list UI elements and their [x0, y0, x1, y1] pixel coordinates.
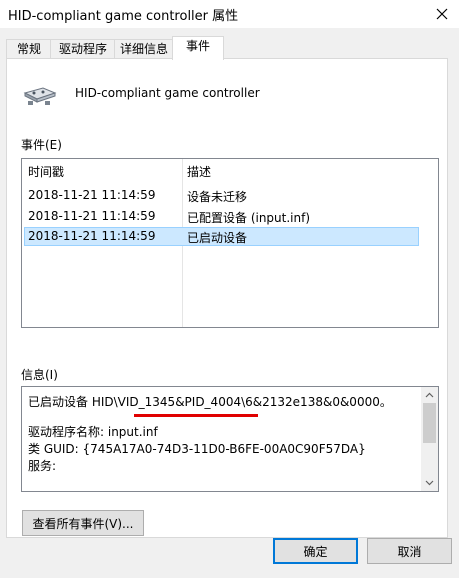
events-list[interactable]: 时间戳 描述 2018-11-21 11:14:59 设备未迁移 2018-11…: [21, 158, 439, 328]
ok-button[interactable]: 确定: [273, 538, 358, 564]
tab-events[interactable]: 事件: [172, 36, 224, 60]
info-scrollbar[interactable]: [421, 387, 438, 491]
window-title: HID-compliant game controller 属性: [8, 9, 239, 24]
event-description: 已配置设备 (input.inf): [187, 211, 311, 225]
tab-driver[interactable]: 驱动程序: [50, 39, 116, 59]
event-timestamp: 2018-11-21 11:14:59: [28, 229, 156, 243]
events-list-header: 时间戳 描述: [22, 159, 438, 183]
event-timestamp: 2018-11-21 11:14:59: [28, 209, 156, 223]
event-row-selected[interactable]: 2018-11-21 11:14:59 已启动设备: [24, 227, 419, 246]
close-icon: [436, 8, 448, 20]
tab-details[interactable]: 详细信息: [114, 39, 174, 59]
title-bar: HID-compliant game controller 属性: [0, 0, 459, 28]
column-header-description[interactable]: 描述: [187, 163, 211, 180]
events-label: 事件(E): [21, 138, 62, 152]
info-line-started: 已启动设备 HID\VID_1345&PID_4004\6&2132e138&0…: [28, 395, 392, 409]
close-button[interactable]: [425, 0, 459, 28]
event-description: 已启动设备: [187, 231, 248, 245]
event-timestamp: 2018-11-21 11:14:59: [28, 188, 156, 202]
info-line-driver-name: 驱动程序名称: input.inf: [28, 425, 158, 439]
cancel-button[interactable]: 取消: [367, 538, 452, 564]
column-header-timestamp[interactable]: 时间戳: [28, 163, 64, 180]
info-line-service: 服务:: [28, 459, 57, 473]
tab-general[interactable]: 常规: [6, 39, 52, 59]
info-line-class-guid: 类 GUID: {745A17A0-74D3-11D0-B6FE-00A0C90…: [28, 442, 366, 456]
scroll-thumb[interactable]: [423, 403, 436, 443]
vid-pid-highlight-underline: [134, 414, 258, 417]
device-name: HID-compliant game controller: [75, 86, 260, 100]
events-tab-panel: HID-compliant game controller 事件(E) 时间戳 …: [6, 58, 448, 538]
info-textbox[interactable]: 已启动设备 HID\VID_1345&PID_4004\6&2132e138&0…: [21, 386, 439, 492]
event-row[interactable]: 2018-11-21 11:14:59 设备未迁移: [24, 186, 419, 205]
game-controller-icon: [23, 87, 57, 105]
event-row[interactable]: 2018-11-21 11:14:59 已配置设备 (input.inf): [24, 207, 419, 226]
info-label: 信息(I): [21, 368, 58, 382]
event-description: 设备未迁移: [187, 190, 248, 204]
view-all-events-button[interactable]: 查看所有事件(V)...: [22, 510, 144, 536]
dialog-content: 常规 驱动程序 详细信息 事件 HID-compliant game contr…: [0, 28, 459, 578]
scroll-up-icon[interactable]: [425, 391, 434, 400]
scroll-down-icon[interactable]: [425, 478, 434, 487]
